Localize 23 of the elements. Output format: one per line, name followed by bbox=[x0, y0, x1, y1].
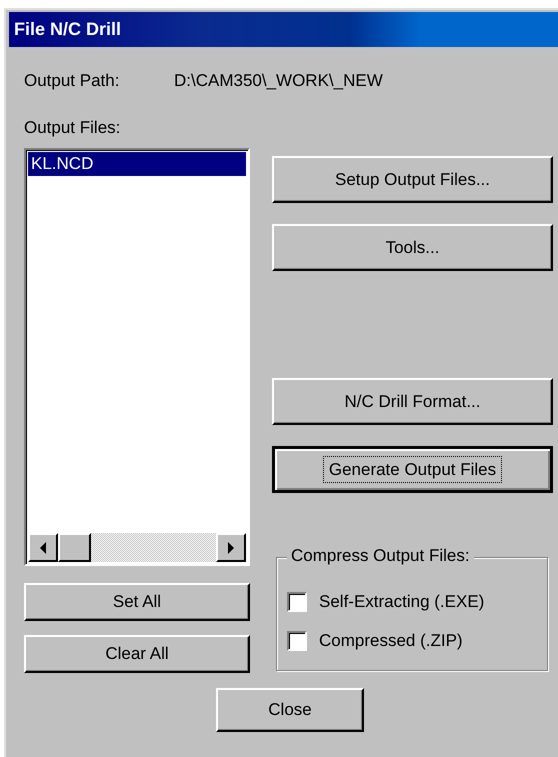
scroll-left-button[interactable] bbox=[28, 533, 58, 562]
checkbox-label: Compressed (.ZIP) bbox=[319, 630, 463, 650]
output-path-label: Output Path: bbox=[24, 71, 120, 91]
setup-output-files-button[interactable]: Setup Output Files... bbox=[272, 156, 553, 203]
scroll-right-button[interactable] bbox=[216, 533, 246, 562]
set-all-button[interactable]: Set All bbox=[24, 583, 250, 621]
output-path-value: D:\CAM350\_WORK\_NEW bbox=[174, 71, 383, 91]
file-list-item[interactable]: KL.NCD bbox=[28, 152, 246, 176]
horizontal-scrollbar[interactable] bbox=[28, 533, 246, 562]
tools-button[interactable]: Tools... bbox=[272, 224, 553, 271]
close-button[interactable]: Close bbox=[216, 688, 364, 732]
compress-group-label: Compress Output Files: bbox=[287, 546, 474, 566]
output-files-label: Output Files: bbox=[24, 118, 122, 139]
right-arrow-icon bbox=[227, 542, 235, 554]
generate-output-files-button[interactable]: Generate Output Files bbox=[272, 446, 553, 493]
scroll-thumb[interactable] bbox=[58, 533, 91, 562]
window-title: File N/C Drill bbox=[14, 19, 122, 40]
left-arrow-icon bbox=[39, 542, 47, 554]
checkbox[interactable] bbox=[287, 592, 307, 612]
checkbox-label: Self-Extracting (.EXE) bbox=[319, 592, 484, 612]
drill-format-button[interactable]: N/C Drill Format... bbox=[272, 378, 553, 425]
checkbox[interactable] bbox=[287, 630, 307, 650]
clear-all-button[interactable]: Clear All bbox=[24, 635, 250, 673]
